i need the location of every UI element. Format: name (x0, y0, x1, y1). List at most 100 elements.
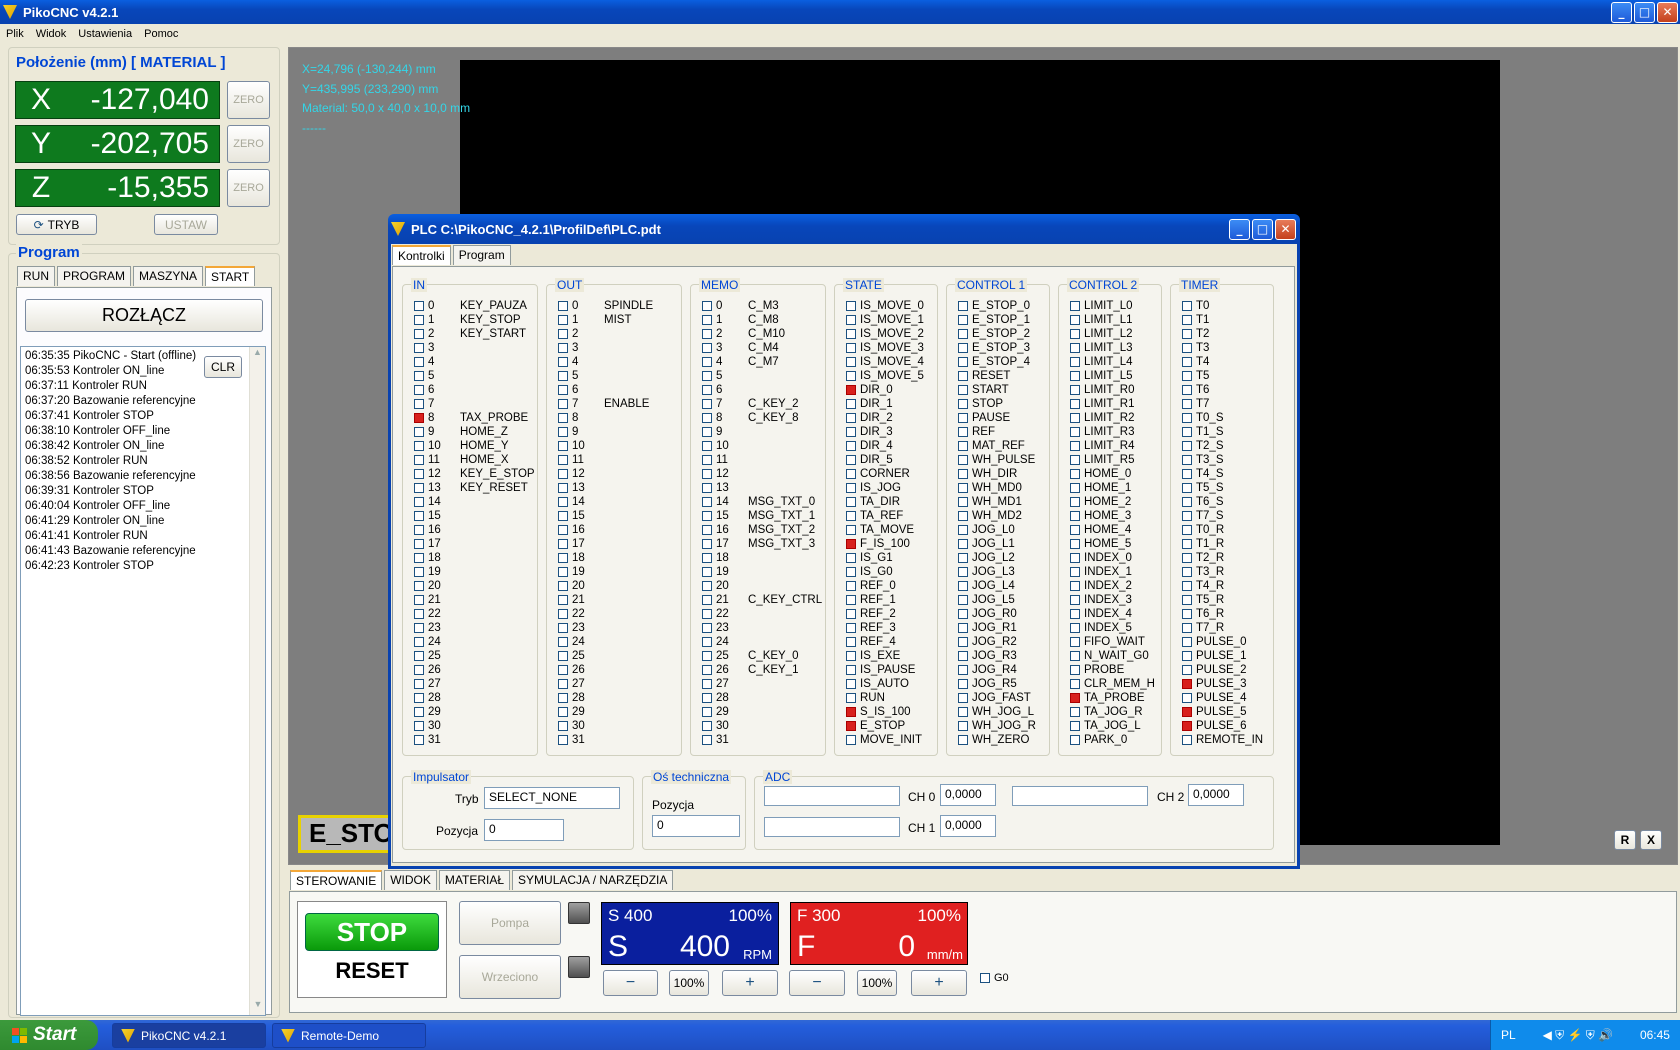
io-checkbox[interactable] (702, 329, 712, 339)
io-checkbox[interactable] (1070, 441, 1080, 451)
io-item[interactable]: 12 KEY_E_STOP (414, 467, 535, 481)
io-item[interactable]: 25 (414, 649, 460, 663)
io-item[interactable]: 25 (558, 649, 604, 663)
io-checkbox[interactable] (1182, 301, 1192, 311)
io-checkbox[interactable] (1182, 525, 1192, 535)
io-item[interactable]: IS_MOVE_4 (846, 355, 924, 369)
io-checkbox[interactable] (702, 469, 712, 479)
io-item[interactable]: REF_0 (846, 579, 896, 593)
io-checkbox[interactable] (846, 315, 856, 325)
io-checkbox[interactable] (958, 399, 968, 409)
io-checkbox[interactable] (702, 315, 712, 325)
io-item[interactable]: RUN (846, 691, 885, 705)
io-item[interactable]: 12 (702, 467, 748, 481)
io-checkbox[interactable] (1070, 651, 1080, 661)
io-checkbox[interactable] (558, 385, 568, 395)
io-checkbox[interactable] (958, 721, 968, 731)
io-checkbox[interactable] (846, 343, 856, 353)
io-item[interactable]: T4_R (1182, 579, 1224, 593)
io-checkbox[interactable] (1070, 329, 1080, 339)
io-checkbox[interactable] (1070, 483, 1080, 493)
io-item[interactable]: 28 (414, 691, 460, 705)
io-item[interactable]: N_WAIT_G0 (1070, 649, 1149, 663)
io-item[interactable]: 10 (702, 439, 748, 453)
io-item[interactable]: LIMIT_R3 (1070, 425, 1135, 439)
io-checkbox[interactable] (958, 693, 968, 703)
io-checkbox[interactable] (958, 329, 968, 339)
stop-button[interactable]: STOP (305, 913, 439, 951)
io-checkbox[interactable] (1182, 693, 1192, 703)
io-item[interactable]: 30 (414, 719, 460, 733)
io-item[interactable]: HOME_1 (1070, 481, 1131, 495)
g0-check-box[interactable] (980, 973, 990, 983)
io-item[interactable]: JOG_L5 (958, 593, 1015, 607)
disconnect-button[interactable]: ROZŁĄCZ (25, 299, 263, 332)
io-checkbox[interactable] (1182, 721, 1192, 731)
io-item[interactable]: WH_PULSE (958, 453, 1035, 467)
menu-plik[interactable]: Plik (6, 28, 24, 40)
io-checkbox[interactable] (958, 665, 968, 675)
io-checkbox[interactable] (1182, 623, 1192, 633)
io-item[interactable]: MAT_REF (958, 439, 1025, 453)
io-item[interactable]: LIMIT_R2 (1070, 411, 1135, 425)
feed-minus-button[interactable]: − (789, 970, 845, 996)
io-checkbox[interactable] (702, 455, 712, 465)
io-item[interactable]: DIR_0 (846, 383, 893, 397)
io-checkbox[interactable] (1070, 637, 1080, 647)
io-item[interactable]: WH_MD2 (958, 509, 1022, 523)
io-checkbox[interactable] (1070, 315, 1080, 325)
io-item[interactable]: 19 (414, 565, 460, 579)
io-item[interactable]: T6_S (1182, 495, 1224, 509)
io-item[interactable]: 0 C_M3 (702, 299, 779, 313)
io-item[interactable]: T5_R (1182, 593, 1224, 607)
io-checkbox[interactable] (414, 343, 424, 353)
io-item[interactable]: 2 (558, 327, 604, 341)
io-checkbox[interactable] (958, 609, 968, 619)
io-item[interactable]: PULSE_4 (1182, 691, 1247, 705)
io-checkbox[interactable] (558, 441, 568, 451)
io-checkbox[interactable] (414, 399, 424, 409)
io-checkbox[interactable] (1182, 665, 1192, 675)
io-checkbox[interactable] (1070, 301, 1080, 311)
io-checkbox[interactable] (1070, 427, 1080, 437)
plc-minimize-icon[interactable]: _ (1229, 218, 1250, 240)
io-item[interactable]: LIMIT_L3 (1070, 341, 1133, 355)
io-checkbox[interactable] (958, 567, 968, 577)
io-item[interactable]: 13 (702, 481, 748, 495)
io-item[interactable]: 26 (558, 663, 604, 677)
io-item[interactable]: TA_MOVE (846, 523, 914, 537)
io-item[interactable]: JOG_R0 (958, 607, 1017, 621)
io-checkbox[interactable] (1182, 679, 1192, 689)
io-item[interactable]: JOG_R1 (958, 621, 1017, 635)
io-item[interactable]: HOME_3 (1070, 509, 1131, 523)
io-item[interactable]: HOME_4 (1070, 523, 1131, 537)
io-checkbox[interactable] (414, 651, 424, 661)
io-checkbox[interactable] (1182, 469, 1192, 479)
io-item[interactable]: TA_JOG_R (1070, 705, 1143, 719)
io-item[interactable]: 6 (702, 383, 748, 397)
io-item[interactable]: 23 (414, 621, 460, 635)
io-checkbox[interactable] (846, 329, 856, 339)
zero-x-button[interactable]: ZERO (227, 81, 270, 119)
io-item[interactable]: MOVE_INIT (846, 733, 922, 747)
io-checkbox[interactable] (558, 413, 568, 423)
io-item[interactable]: E_STOP_0 (958, 299, 1030, 313)
io-item[interactable]: 24 (414, 635, 460, 649)
io-item[interactable]: T3_S (1182, 453, 1224, 467)
io-item[interactable]: IS_EXE (846, 649, 900, 663)
io-item[interactable]: HOME_0 (1070, 467, 1131, 481)
io-item[interactable]: IS_AUTO (846, 677, 909, 691)
io-item[interactable]: T2_S (1182, 439, 1224, 453)
io-checkbox[interactable] (958, 651, 968, 661)
io-checkbox[interactable] (414, 693, 424, 703)
io-item[interactable]: CORNER (846, 467, 910, 481)
io-item[interactable]: 20 (702, 579, 748, 593)
io-item[interactable]: 19 (702, 565, 748, 579)
io-item[interactable]: 21 (558, 593, 604, 607)
io-item[interactable]: T3 (1182, 341, 1209, 355)
io-item[interactable]: LIMIT_L5 (1070, 369, 1133, 383)
io-checkbox[interactable] (1182, 399, 1192, 409)
io-item[interactable]: IS_MOVE_5 (846, 369, 924, 383)
io-checkbox[interactable] (958, 441, 968, 451)
pompa-button[interactable]: Pompa (459, 901, 561, 945)
